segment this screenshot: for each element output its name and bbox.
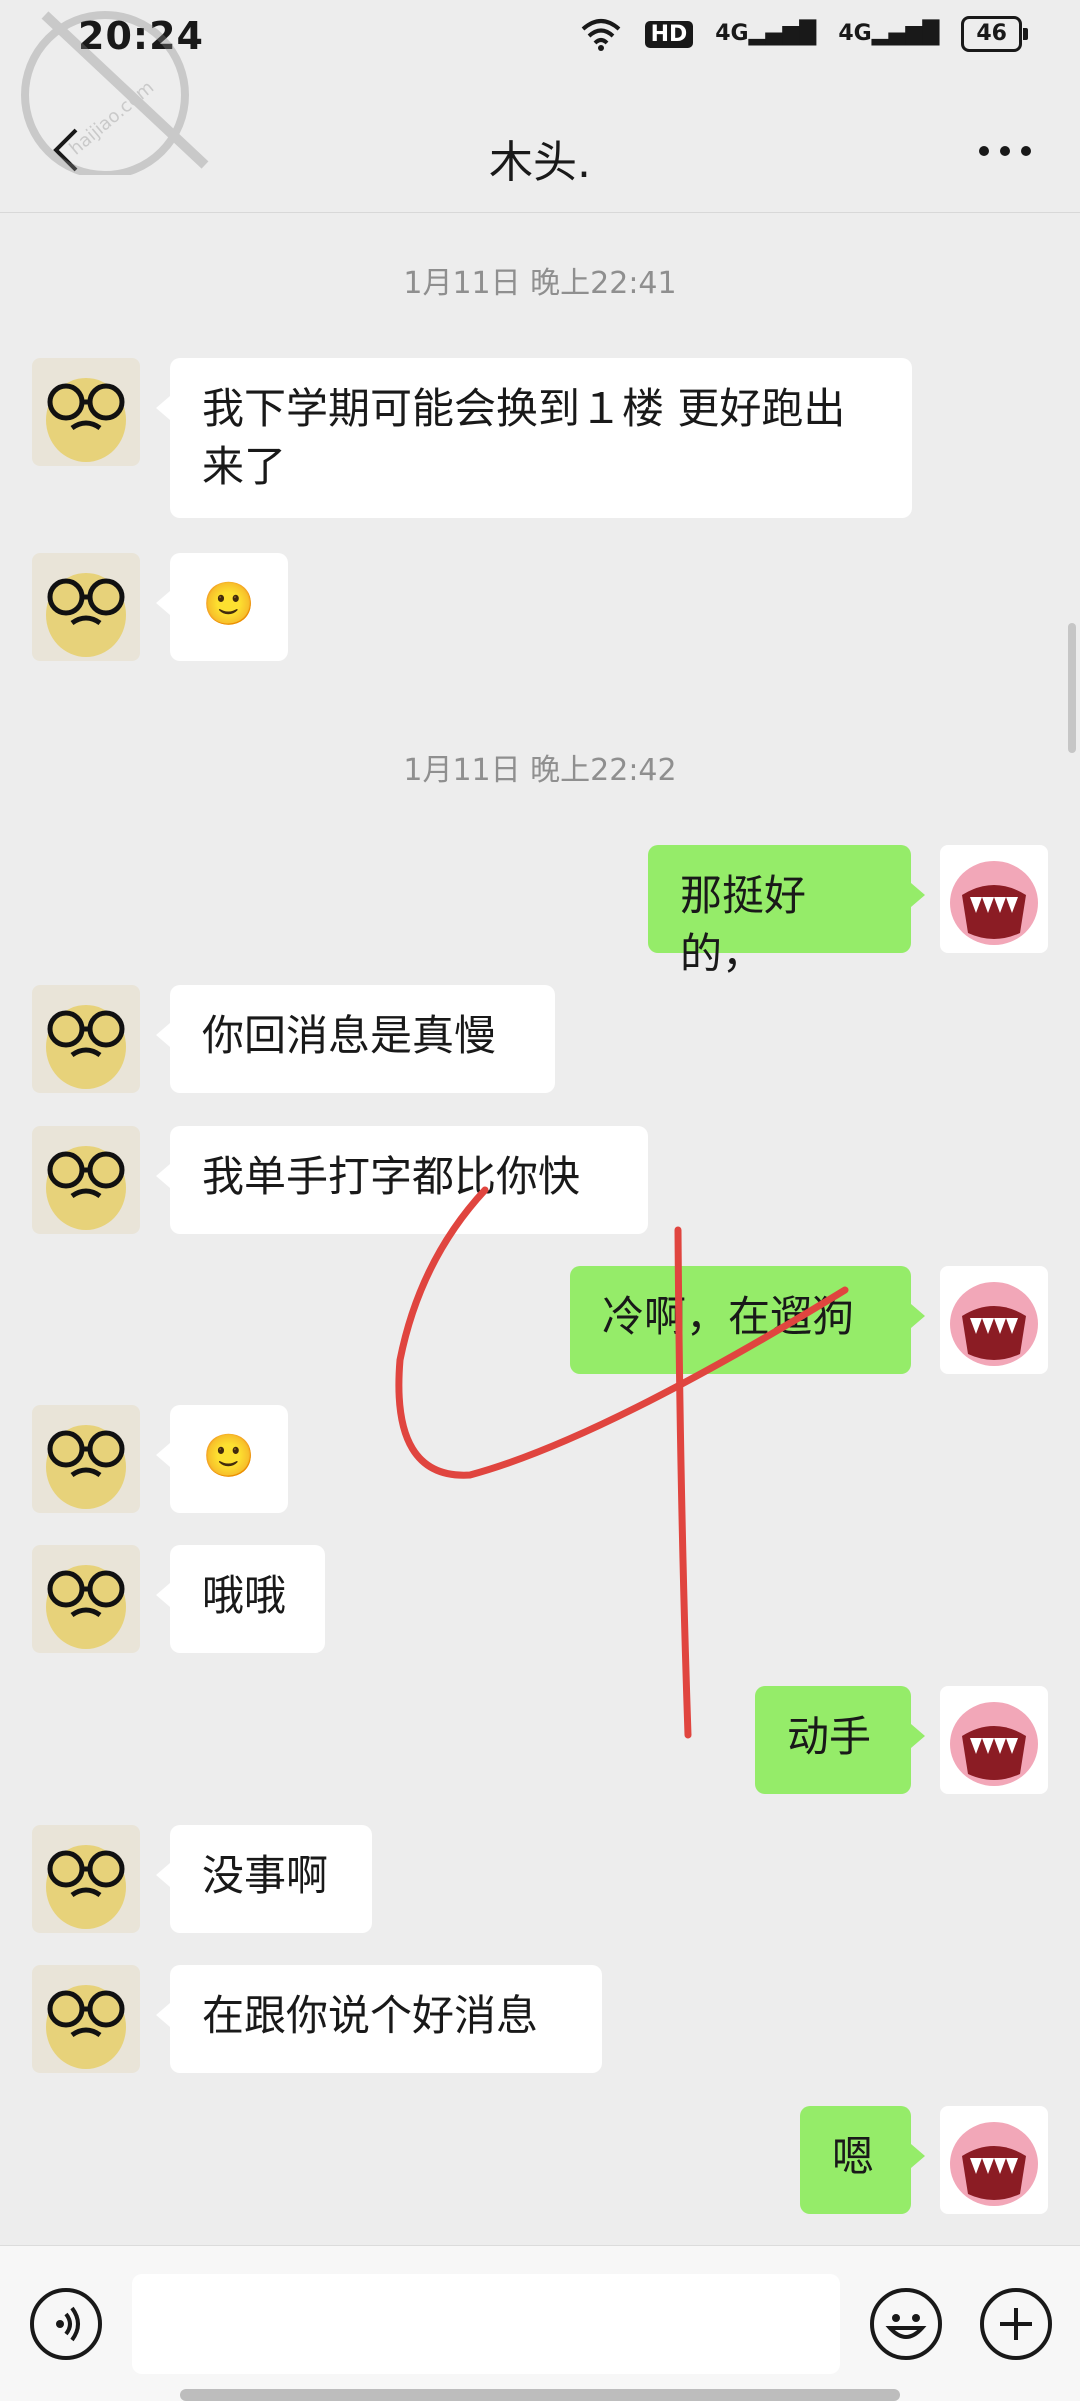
avatar-contact[interactable] xyxy=(32,1405,140,1513)
battery-icon: 46 xyxy=(961,16,1028,52)
self-avatar-icon xyxy=(940,1686,1048,1794)
voice-icon xyxy=(56,2306,80,2342)
message-incoming[interactable]: 在跟你说个好消息 xyxy=(156,1965,602,2073)
timestamp: 1月11日 晚上22:41 xyxy=(403,266,677,301)
message-incoming[interactable]: 我单手打字都比你快 xyxy=(156,1126,648,1234)
scrollbar[interactable] xyxy=(1068,623,1076,753)
contact-avatar-icon xyxy=(32,553,140,661)
input-bar xyxy=(0,2245,1080,2401)
timestamp: 1月11日 晚上22:42 xyxy=(403,753,677,788)
avatar-contact[interactable] xyxy=(32,1825,140,1933)
contact-avatar-icon xyxy=(32,985,140,1093)
message-outgoing[interactable]: 动手 xyxy=(755,1686,925,1794)
hd-badge: HD xyxy=(644,20,694,48)
avatar-contact[interactable] xyxy=(32,1126,140,1234)
message-input[interactable] xyxy=(132,2274,840,2374)
message-list[interactable]: 1月11日 晚上22:41 我下学期可能会换到１楼 更好跑出来了 🙂 1月11日… xyxy=(0,213,1080,2243)
wifi-icon xyxy=(581,19,620,51)
avatar-self[interactable] xyxy=(940,1266,1048,1374)
home-indicator[interactable] xyxy=(180,2389,900,2401)
message-incoming-emoji[interactable]: 🙂 xyxy=(156,553,288,661)
message-incoming-emoji[interactable]: 🙂 xyxy=(156,1405,288,1513)
watermark-logo: haijiao.com xyxy=(21,11,209,175)
contact-avatar-icon xyxy=(32,1545,140,1653)
avatar-contact[interactable] xyxy=(32,1545,140,1653)
contact-avatar-icon xyxy=(32,1126,140,1234)
contact-avatar-icon xyxy=(32,1965,140,2073)
emoji-button[interactable] xyxy=(870,2288,942,2360)
message-outgoing[interactable]: 那挺好的， xyxy=(648,845,925,978)
contact-avatar-icon xyxy=(32,1405,140,1513)
avatar-contact[interactable] xyxy=(32,553,140,661)
signal-icon-2: 4G▂▄▆█ xyxy=(838,21,940,46)
self-avatar-icon xyxy=(940,2106,1048,2214)
message-incoming[interactable]: 没事啊 xyxy=(156,1825,372,1933)
message-incoming[interactable]: 你回消息是真慢 xyxy=(156,985,555,1093)
message-outgoing[interactable]: 冷啊，在遛狗 xyxy=(570,1266,925,1374)
avatar-self[interactable] xyxy=(940,2106,1048,2214)
signal-icon: 4G▂▄▆█ xyxy=(715,21,817,46)
status-icons: HD 4G▂▄▆█ 4G▂▄▆█ 46 xyxy=(579,16,1028,52)
more-functions-button[interactable] xyxy=(980,2288,1052,2360)
avatar-self[interactable] xyxy=(940,845,1048,953)
message-incoming[interactable]: 我下学期可能会换到１楼 更好跑出来了 xyxy=(156,358,912,518)
voice-button[interactable] xyxy=(30,2288,102,2360)
self-avatar-icon xyxy=(940,1266,1048,1374)
contact-avatar-icon xyxy=(32,358,140,466)
avatar-contact[interactable] xyxy=(32,1965,140,2073)
signal-label: 4G xyxy=(715,21,749,46)
watermark-text: haijiao.com xyxy=(65,77,158,160)
signal-label-2: 4G xyxy=(838,21,872,46)
message-outgoing[interactable]: 嗯 xyxy=(800,2106,925,2214)
avatar-self[interactable] xyxy=(940,1686,1048,1794)
battery-level: 46 xyxy=(976,21,1007,46)
avatar-contact[interactable] xyxy=(32,358,140,466)
more-options-icon[interactable] xyxy=(970,126,1040,176)
plus-icon xyxy=(1000,2308,1032,2340)
message-incoming[interactable]: 哦哦 xyxy=(156,1545,325,1653)
self-avatar-icon xyxy=(940,845,1048,953)
emoji-icon xyxy=(885,2314,927,2339)
avatar-contact[interactable] xyxy=(32,985,140,1093)
contact-avatar-icon xyxy=(32,1825,140,1933)
